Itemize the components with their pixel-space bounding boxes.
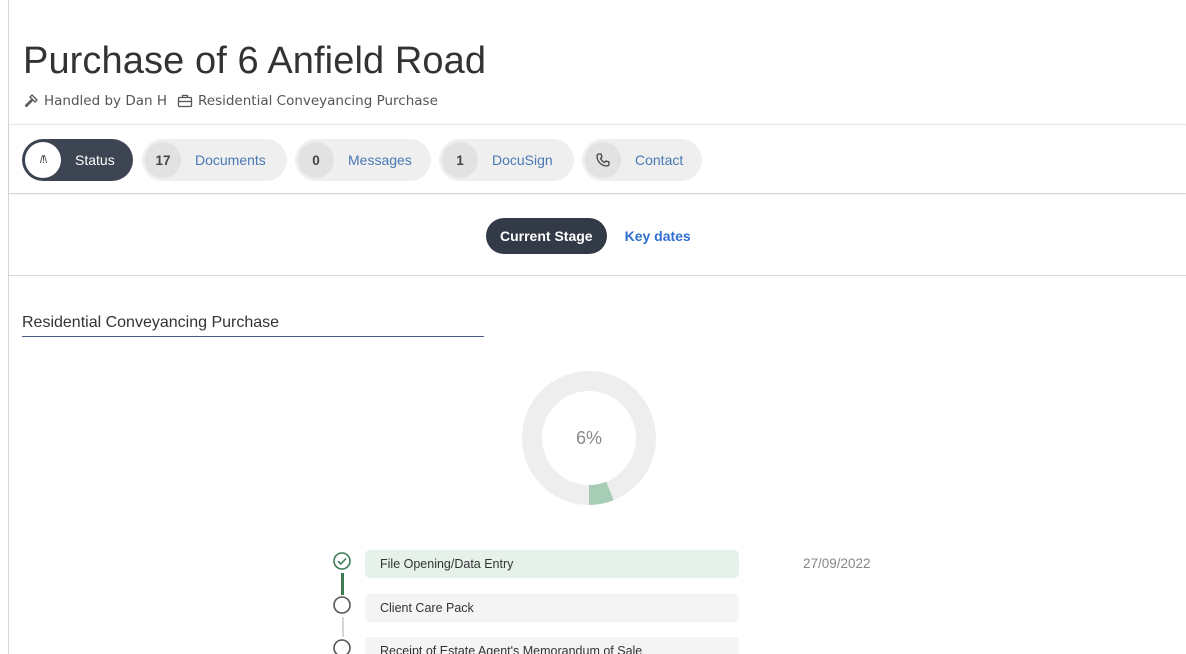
- tab-docusign[interactable]: 1 DocuSign: [439, 139, 574, 181]
- phone-icon: [585, 142, 621, 178]
- handler-text: Handled by Dan H: [44, 93, 167, 109]
- tab-bar: /!\ Status 17 Documents 0 Messages 1 Doc…: [9, 124, 1186, 194]
- circle-icon: [333, 596, 351, 614]
- matter-type-text: Residential Conveyancing Purchase: [197, 93, 438, 109]
- step-memorandum-of-sale[interactable]: Receipt of Estate Agent's Memorandum of …: [365, 637, 739, 654]
- tab-contact-label: Contact: [635, 152, 684, 168]
- section-underline: [22, 336, 484, 337]
- step-connector: [341, 573, 344, 595]
- tab-documents-label: Documents: [195, 152, 266, 168]
- tab-status-label: Status: [75, 152, 115, 168]
- key-dates-link[interactable]: Key dates: [625, 228, 691, 244]
- progress-donut: 6%: [522, 371, 656, 505]
- page-header: Purchase of 6 Anfield Road Handled by Da…: [9, 0, 1186, 124]
- documents-count: 17: [145, 142, 181, 178]
- circle-icon: [333, 639, 351, 654]
- docusign-count: 1: [442, 142, 478, 178]
- tab-documents[interactable]: 17 Documents: [142, 139, 287, 181]
- step-connector: [342, 617, 344, 637]
- tab-status[interactable]: /!\ Status: [22, 139, 133, 181]
- briefcase-icon: [177, 93, 193, 109]
- step-label: Client Care Pack: [380, 601, 474, 615]
- check-circle-icon: [333, 552, 351, 570]
- page-title: Purchase of 6 Anfield Road: [23, 40, 487, 82]
- tab-messages-label: Messages: [348, 152, 412, 168]
- step-label: Receipt of Estate Agent's Memorandum of …: [380, 644, 643, 654]
- section-title: Residential Conveyancing Purchase: [22, 314, 280, 331]
- current-stage-button[interactable]: Current Stage: [486, 218, 607, 254]
- gavel-icon: [23, 93, 39, 109]
- step-file-opening[interactable]: File Opening/Data Entry: [365, 550, 739, 578]
- donut-fill: [588, 481, 614, 505]
- road-icon: /!\: [25, 142, 61, 178]
- step-label: File Opening/Data Entry: [380, 557, 514, 571]
- tab-contact[interactable]: Contact: [582, 139, 702, 181]
- matter-meta: Handled by Dan H Residential Conveyancin…: [23, 93, 438, 109]
- step-date: 27/09/2022: [803, 556, 871, 571]
- stage-toggle: Current Stage Key dates: [486, 218, 691, 254]
- messages-count: 0: [298, 142, 334, 178]
- donut-percent-label: 6%: [576, 428, 602, 448]
- step-client-care-pack[interactable]: Client Care Pack: [365, 594, 739, 622]
- tab-docusign-label: DocuSign: [492, 152, 553, 168]
- progress-panel: Residential Conveyancing Purchase 6% Fil…: [9, 275, 1186, 654]
- tab-messages[interactable]: 0 Messages: [295, 139, 431, 181]
